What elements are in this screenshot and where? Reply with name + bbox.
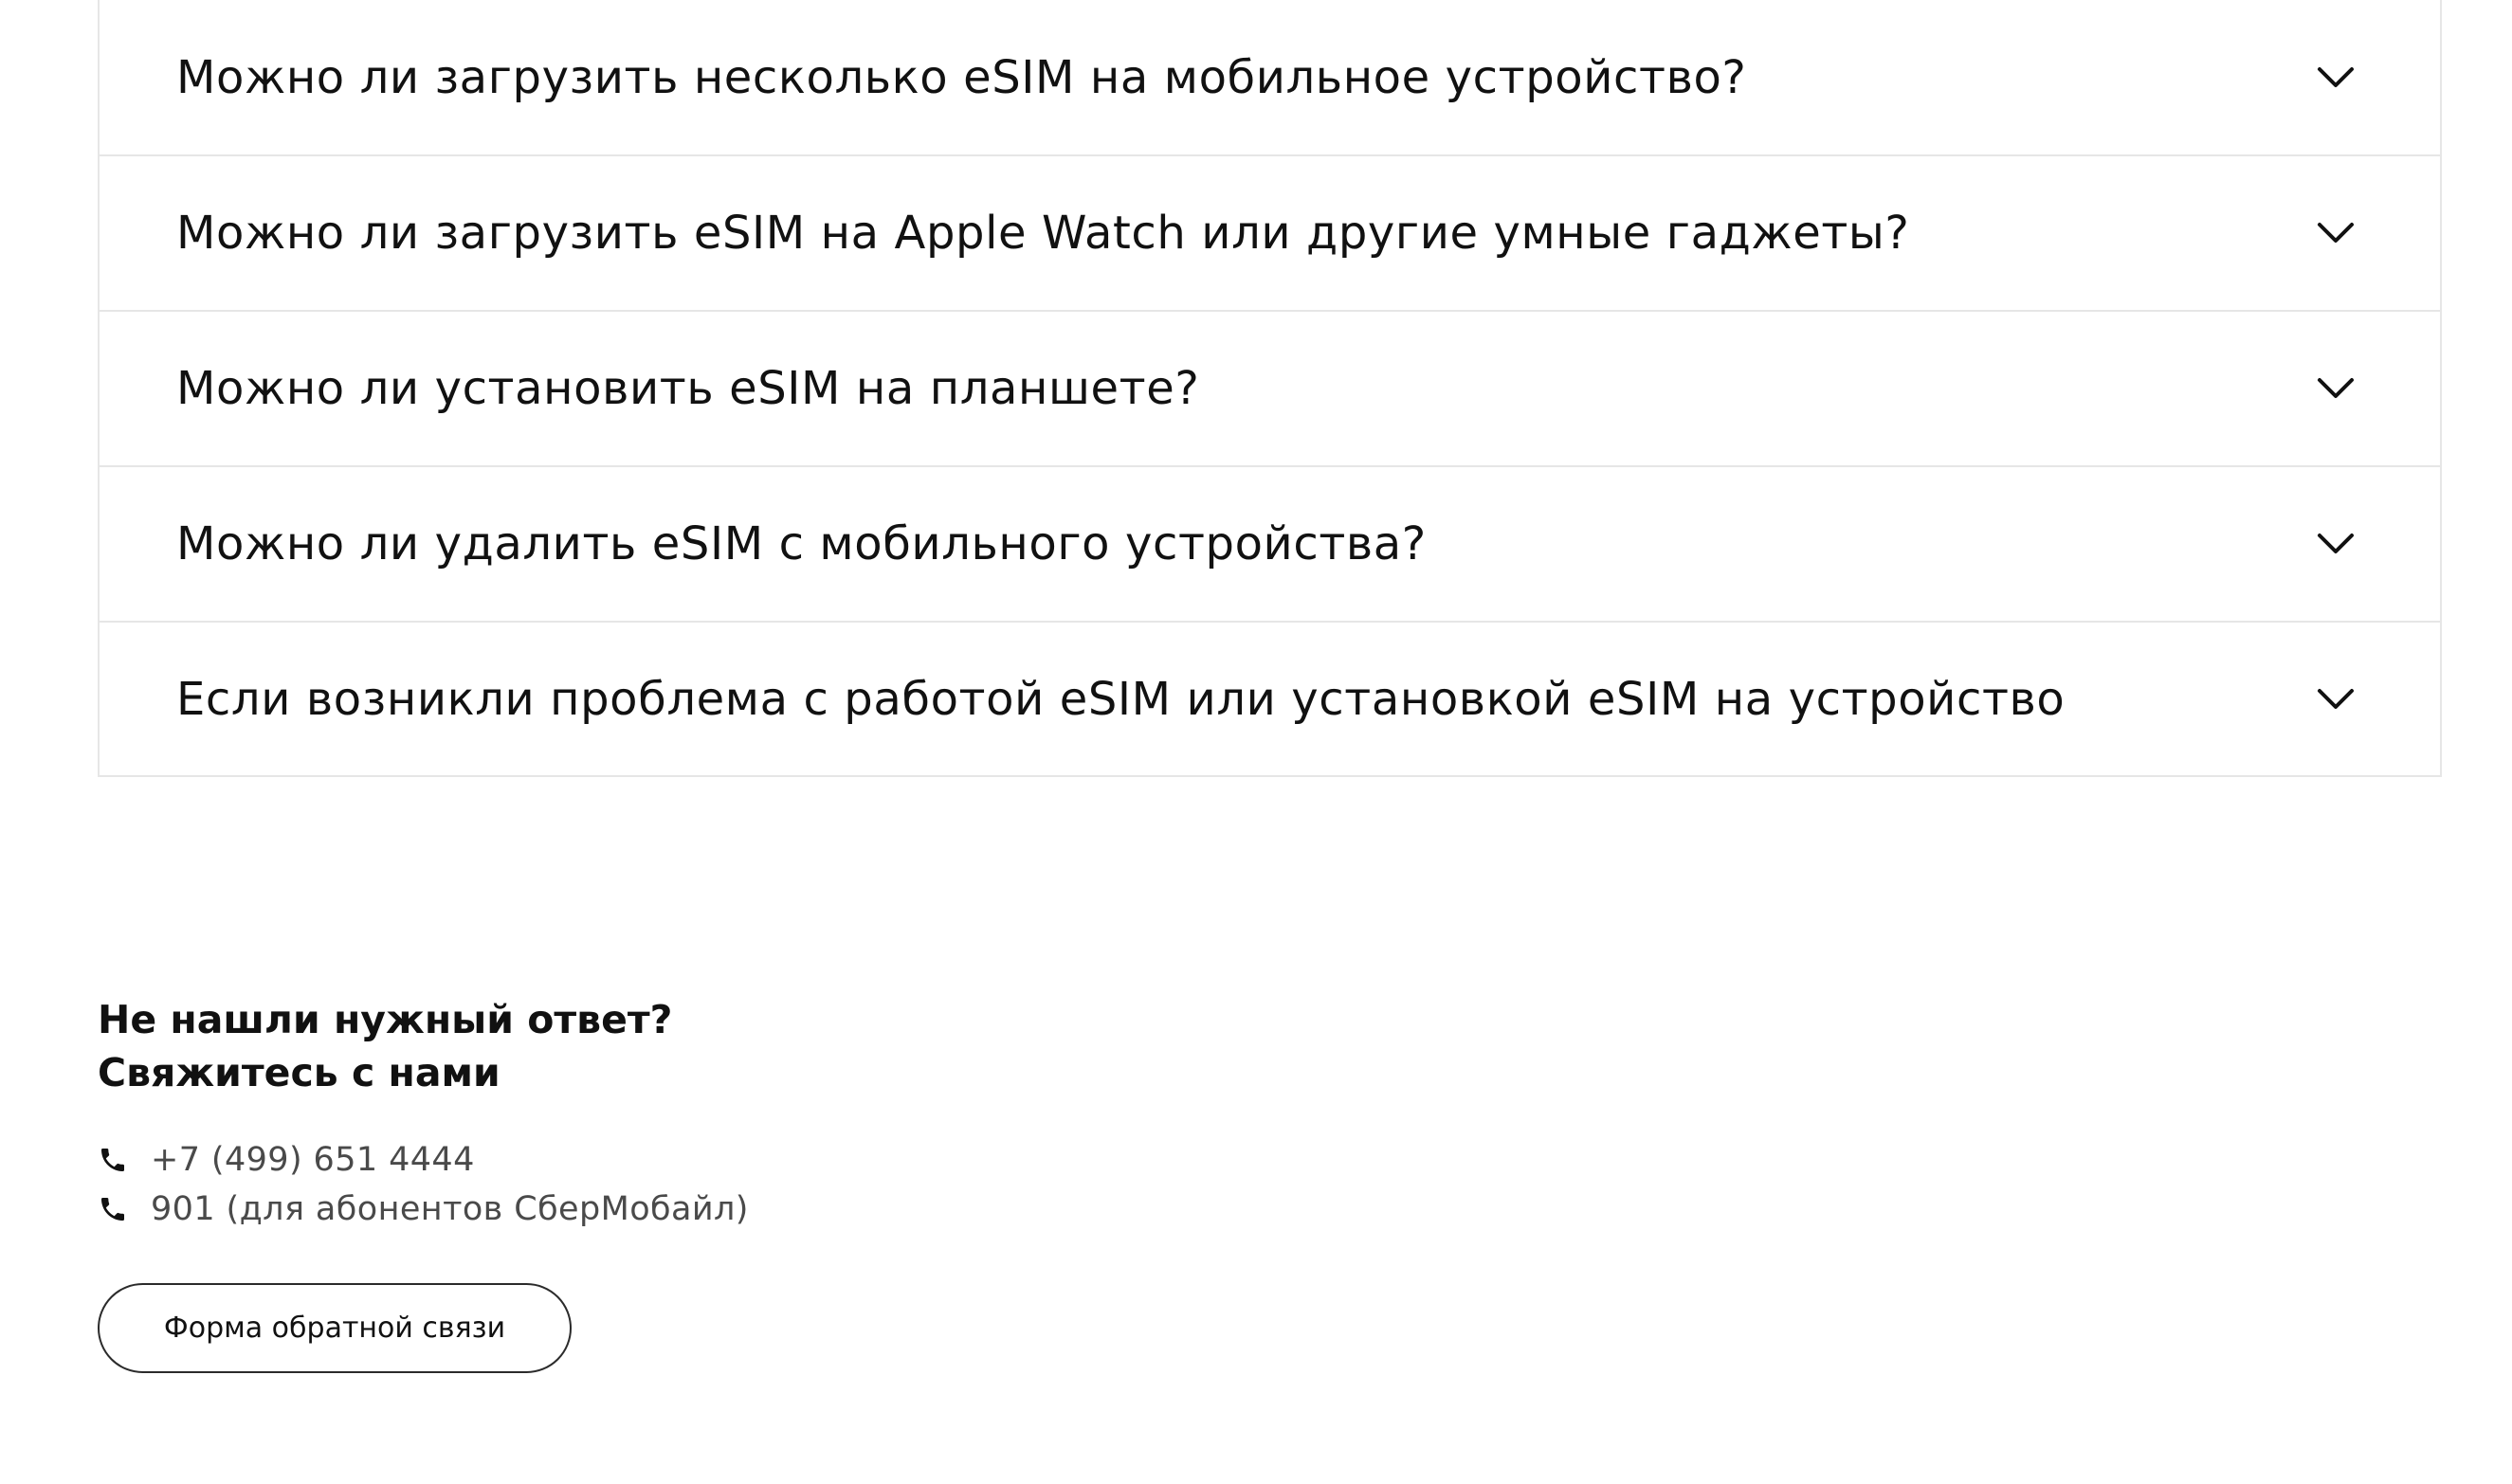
- phone-list: +7 (499) 651 4444 901 (для абонентов Сбе…: [98, 1135, 749, 1234]
- phone-number: 901 (для абонентов СберМобайл): [151, 1190, 749, 1228]
- contact-title-line2: Свяжитесь с нами: [98, 1050, 501, 1095]
- faq-question: Можно ли загрузить несколько eSIM на моб…: [176, 50, 1747, 104]
- faq-item[interactable]: Можно ли удалить eSIM с мобильного устро…: [100, 465, 2440, 621]
- faq-question: Можно ли загрузить eSIM на Apple Watch и…: [176, 207, 1910, 260]
- faq-item[interactable]: Можно ли загрузить несколько eSIM на моб…: [100, 0, 2440, 154]
- phone-item[interactable]: 901 (для абонентов СберМобайл): [98, 1185, 749, 1234]
- chevron-down-icon[interactable]: [2317, 65, 2355, 90]
- faq-question: Если возникли проблема с работой eSIM ил…: [176, 673, 2066, 726]
- faq-question: Можно ли установить eSIM на планшете?: [176, 362, 1200, 415]
- faq-item[interactable]: Если возникли проблема с работой eSIM ил…: [100, 621, 2440, 776]
- faq-item[interactable]: Можно ли загрузить eSIM на Apple Watch и…: [100, 154, 2440, 310]
- chevron-down-icon[interactable]: [2317, 221, 2355, 245]
- phone-icon: [101, 1149, 124, 1171]
- faq-list: Можно ли загрузить несколько eSIM на моб…: [98, 0, 2442, 777]
- faq-question: Можно ли удалить eSIM с мобильного устро…: [176, 517, 1427, 570]
- phone-item[interactable]: +7 (499) 651 4444: [98, 1135, 749, 1185]
- phone-icon: [101, 1198, 124, 1221]
- contact-title: Не нашли нужный ответ? Свяжитесь с нами: [98, 993, 749, 1099]
- feedback-form-button[interactable]: Форма обратной связи: [98, 1283, 572, 1373]
- chevron-down-icon[interactable]: [2317, 532, 2355, 556]
- chevron-down-icon[interactable]: [2317, 687, 2355, 712]
- contact-section: Не нашли нужный ответ? Свяжитесь с нами …: [98, 993, 749, 1234]
- faq-item[interactable]: Можно ли установить eSIM на планшете?: [100, 310, 2440, 465]
- chevron-down-icon[interactable]: [2317, 376, 2355, 401]
- contact-title-line1: Не нашли нужный ответ?: [98, 997, 673, 1042]
- phone-number: +7 (499) 651 4444: [151, 1141, 475, 1179]
